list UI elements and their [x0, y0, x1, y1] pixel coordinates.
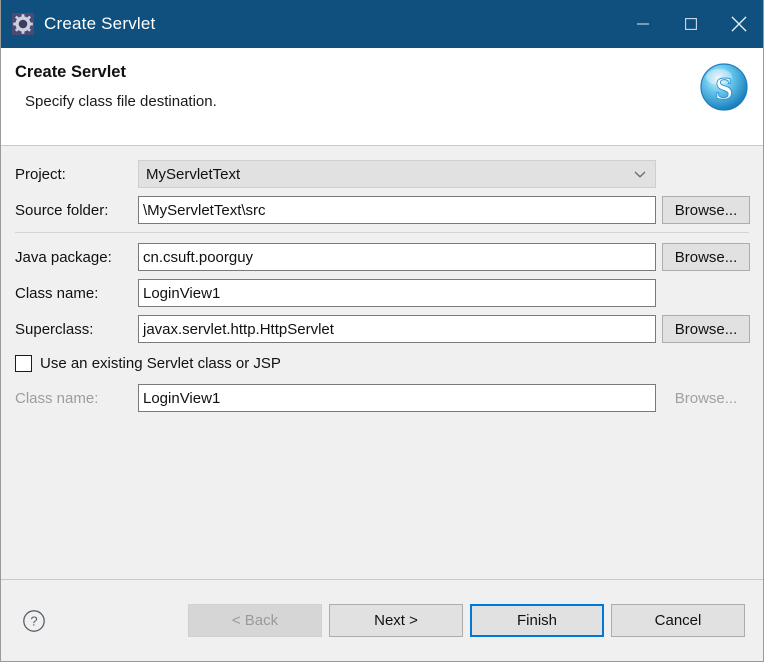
close-icon[interactable] — [715, 0, 763, 48]
window-title: Create Servlet — [44, 14, 156, 33]
dialog-footer: ? < Back Next > Finish Cancel — [1, 579, 763, 661]
dialog-header: Create Servlet Specify class file destin… — [1, 48, 763, 146]
superclass-label: Superclass: — [15, 320, 94, 338]
chevron-down-icon — [634, 166, 646, 183]
create-servlet-dialog: Create Servlet Create Servlet Specify cl… — [0, 0, 764, 662]
java-package-label: Java package: — [15, 248, 112, 266]
servlet-s-logo: S — [693, 56, 755, 118]
project-label: Project: — [15, 165, 66, 183]
field-row-project: Project: MyServletText — [1, 159, 763, 189]
page-description: Specify class file destination. — [25, 93, 217, 110]
minimize-icon[interactable] — [619, 0, 667, 48]
source-folder-label: Source folder: — [15, 201, 109, 219]
finish-button[interactable]: Finish — [470, 604, 604, 637]
section-divider — [15, 232, 749, 233]
cancel-button[interactable]: Cancel — [611, 604, 745, 637]
java-package-input[interactable]: cn.csuft.poorguy — [138, 243, 656, 271]
java-package-value: cn.csuft.poorguy — [143, 248, 254, 266]
use-existing-servlet-checkbox[interactable] — [15, 354, 32, 372]
maximize-icon[interactable] — [667, 0, 715, 48]
field-row-existing-class-name: Class name: LoginView1 Browse... — [1, 383, 763, 413]
source-folder-value: \MyServletText\src — [143, 201, 266, 219]
superclass-value: javax.servlet.http.HttpServlet — [143, 320, 334, 338]
gear-icon — [12, 13, 34, 35]
source-folder-browse-button[interactable]: Browse... — [662, 196, 750, 224]
source-folder-input[interactable]: \MyServletText\src — [138, 196, 656, 224]
dialog-body: Project: MyServletText Source folder: \M… — [1, 146, 763, 579]
class-name-label: Class name: — [15, 284, 99, 302]
next-button[interactable]: Next > — [329, 604, 463, 637]
svg-text:?: ? — [30, 613, 37, 628]
class-name-input[interactable]: LoginView1 — [138, 279, 656, 307]
superclass-browse-button[interactable]: Browse... — [662, 315, 750, 343]
use-existing-servlet-checkbox-row[interactable]: Use an existing Servlet class or JSP — [1, 350, 763, 376]
svg-text:S: S — [715, 70, 733, 106]
project-value: MyServletText — [146, 165, 241, 183]
existing-class-name-label: Class name: — [15, 389, 99, 407]
field-row-superclass: Superclass: javax.servlet.http.HttpServl… — [1, 314, 763, 344]
help-icon[interactable]: ? — [22, 609, 46, 633]
superclass-input[interactable]: javax.servlet.http.HttpServlet — [138, 315, 656, 343]
class-name-value: LoginView1 — [143, 284, 221, 302]
field-row-source-folder: Source folder: \MyServletText\src Browse… — [1, 195, 763, 225]
field-row-class-name: Class name: LoginView1 — [1, 278, 763, 308]
existing-class-name-input[interactable]: LoginView1 — [138, 384, 656, 412]
back-button: < Back — [188, 604, 322, 637]
title-bar: Create Servlet — [1, 0, 763, 48]
page-title: Create Servlet — [15, 63, 126, 81]
java-package-browse-button[interactable]: Browse... — [662, 243, 750, 271]
existing-class-name-browse-button: Browse... — [662, 384, 750, 412]
project-combobox[interactable]: MyServletText — [138, 160, 656, 188]
footer-button-bar: < Back Next > Finish Cancel — [188, 604, 745, 637]
window-controls — [619, 0, 763, 48]
field-row-java-package: Java package: cn.csuft.poorguy Browse... — [1, 242, 763, 272]
use-existing-servlet-label: Use an existing Servlet class or JSP — [40, 354, 281, 372]
existing-class-name-value: LoginView1 — [143, 389, 221, 407]
